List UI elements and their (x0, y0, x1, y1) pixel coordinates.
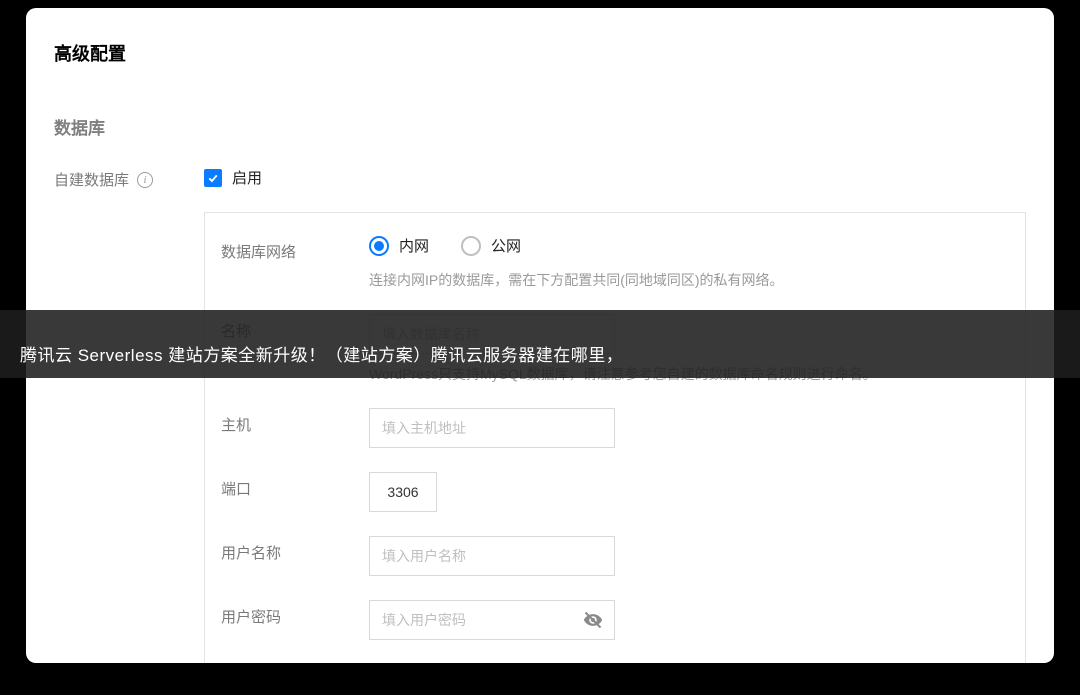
db-host-input[interactable] (369, 408, 615, 448)
db-network-label: 数据库网络 (221, 235, 369, 262)
db-password-label: 用户密码 (221, 600, 369, 627)
db-port-label: 端口 (221, 472, 369, 499)
radio-intranet[interactable]: 内网 (369, 235, 429, 256)
db-port-row: 端口 (221, 472, 1009, 512)
section-database-title: 数据库 (54, 114, 1026, 139)
db-user-input[interactable] (369, 536, 615, 576)
self-db-label-col: 自建数据库 i (54, 167, 204, 190)
db-network-row: 数据库网络 内网 公网 连接内网IP的数据库，需在下方配置共同(同地域同区)的私… (221, 235, 1009, 290)
db-user-label: 用户名称 (221, 536, 369, 563)
page-title: 高级配置 (54, 40, 1026, 66)
radio-public-circle (461, 236, 481, 256)
password-visibility-toggle-icon[interactable] (583, 610, 603, 630)
enable-checkbox-label: 启用 (232, 167, 262, 188)
overlay-banner-text: 腾讯云 Serverless 建站方案全新升级！（建站方案）腾讯云服务器建在哪里… (20, 341, 623, 366)
radio-intranet-circle (369, 236, 389, 256)
db-host-label: 主机 (221, 408, 369, 435)
self-db-label: 自建数据库 (54, 169, 129, 190)
db-network-radio-group: 内网 公网 (369, 235, 1009, 256)
db-password-input[interactable] (369, 600, 615, 640)
radio-public-label: 公网 (491, 235, 521, 256)
radio-intranet-label: 内网 (399, 235, 429, 256)
db-host-row: 主机 (221, 408, 1009, 448)
enable-checkbox-wrap[interactable]: 启用 (204, 167, 1026, 188)
db-user-row: 用户名称 (221, 536, 1009, 576)
db-password-row: 用户密码 (221, 600, 1009, 640)
enable-checkbox[interactable] (204, 169, 222, 187)
db-config-box: 数据库网络 内网 公网 连接内网IP的数据库，需在下方配置共同(同地域同区)的私… (204, 212, 1026, 663)
db-port-input[interactable] (369, 472, 437, 512)
info-icon[interactable]: i (137, 172, 153, 188)
radio-public[interactable]: 公网 (461, 235, 521, 256)
db-network-hint: 连接内网IP的数据库，需在下方配置共同(同地域同区)的私有网络。 (369, 270, 1009, 290)
self-db-row: 自建数据库 i 启用 (54, 167, 1026, 190)
overlay-banner: 腾讯云 Serverless 建站方案全新升级！（建站方案）腾讯云服务器建在哪里… (0, 310, 1080, 378)
